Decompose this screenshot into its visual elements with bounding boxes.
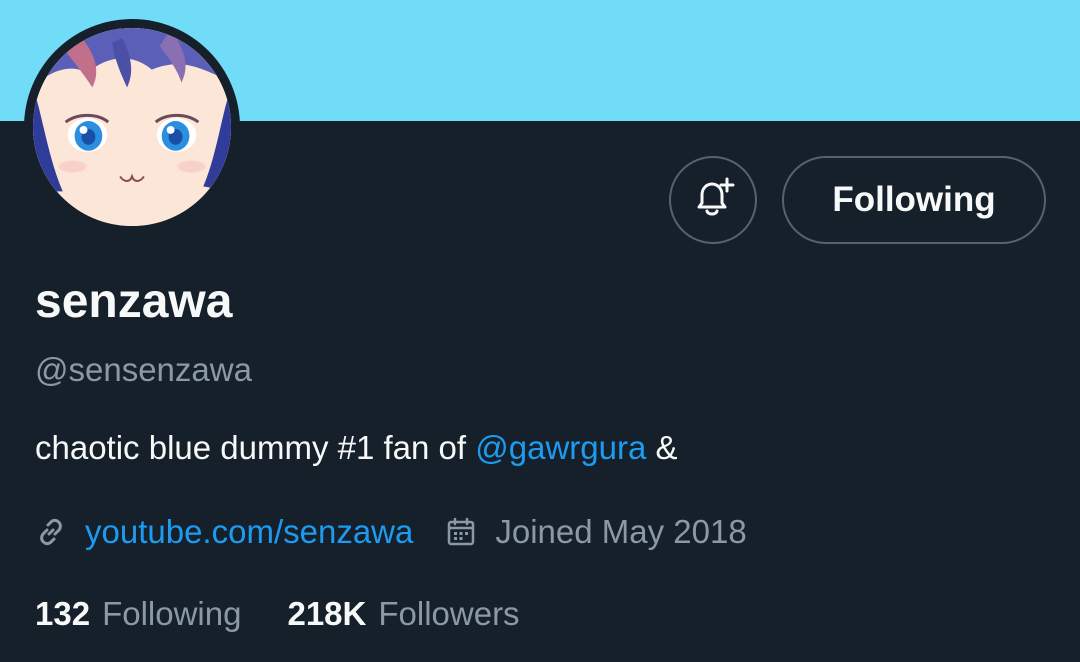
followers-label: Followers [378,595,520,632]
avatar-illustration [33,28,231,226]
profile-header: Following senzawa @sensenzawa chaotic bl… [0,0,1080,662]
bio-text: chaotic blue dummy #1 fan of [35,429,476,466]
profile-meta: youtube.com/senzawa Joined May 2018 [35,510,747,554]
calendar-icon [445,516,477,548]
avatar[interactable] [24,19,240,235]
followers-stat-link[interactable]: 218K Followers [287,594,519,634]
link-icon [35,516,67,548]
user-handle: @sensenzawa [35,351,252,388]
following-stat-link[interactable]: 132 Following [35,594,241,634]
followers-count: 218K [287,595,367,632]
joined-date: Joined May 2018 [495,513,747,550]
bio-suffix: & [646,429,678,466]
following-button[interactable]: Following [782,156,1046,244]
following-label: Following [102,595,242,632]
following-button-label: Following [832,180,996,219]
following-count: 132 [35,595,91,632]
website-link[interactable]: youtube.com/senzawa [85,513,413,551]
bell-plus-icon [690,175,736,226]
notifications-button[interactable] [669,156,757,244]
bio-mention-link[interactable]: @gawrgura [475,429,646,466]
profile-bio: chaotic blue dummy #1 fan of @gawrgura & [35,428,678,468]
display-name: senzawa [35,275,233,328]
avatar-image [33,28,231,226]
profile-stats: 132 Following 218K Followers [35,594,520,634]
